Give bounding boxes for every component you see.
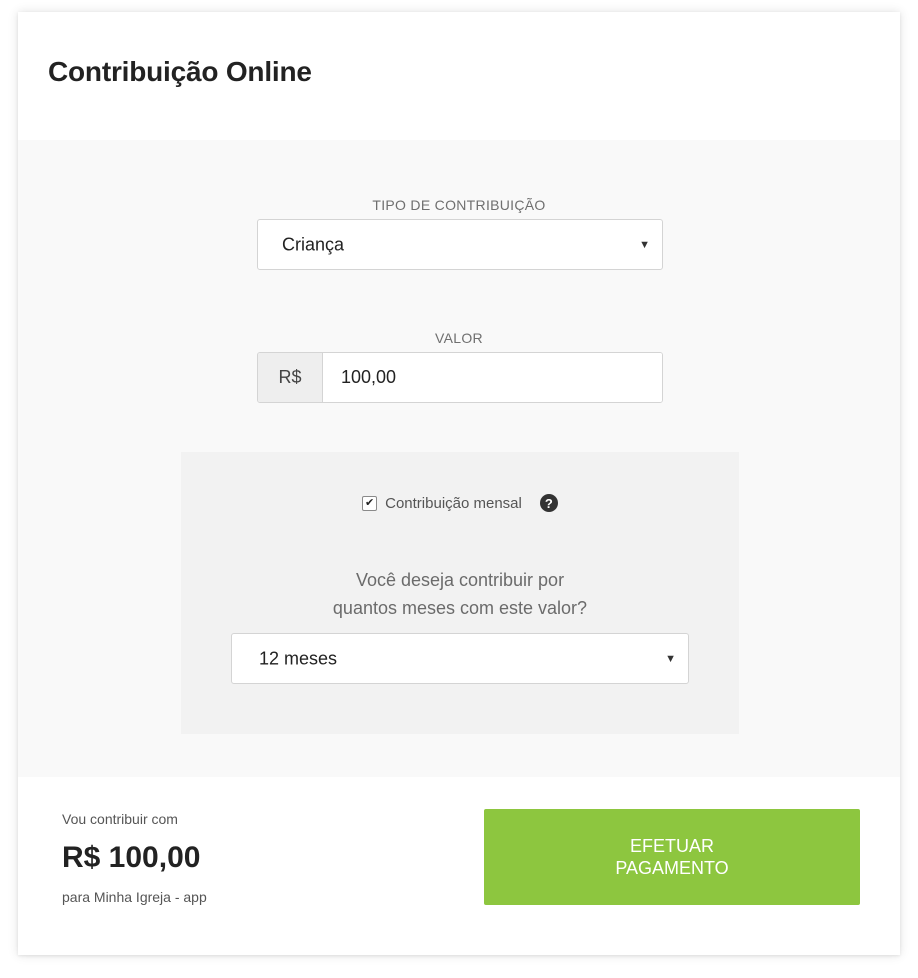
months-select-value: 12 meses <box>259 648 338 668</box>
contribution-type-value: Criança <box>282 234 345 254</box>
months-question-line1: Você deseja contribuir por <box>355 570 565 590</box>
months-question-line2: quantos meses com este valor? <box>332 598 588 618</box>
chevron-down-icon: ▼ <box>665 652 676 665</box>
pay-button-line1: EFETUAR <box>629 836 714 856</box>
contribution-intro: Vou contribuir com <box>62 811 178 827</box>
amount-label: VALOR <box>435 330 483 346</box>
chevron-down-icon: ▼ <box>639 238 650 251</box>
amount-input-group: R$ <box>257 352 663 403</box>
contribution-type-label: TIPO DE CONTRIBUIÇÃO <box>372 197 546 213</box>
pay-button-line2: PAGAMENTO <box>615 858 729 878</box>
monthly-checkbox-label[interactable]: Contribuição mensal <box>385 495 522 512</box>
monthly-checkbox[interactable]: ✔ <box>362 495 378 511</box>
card-header: Contribuição Online <box>18 12 900 140</box>
contribution-total: R$ 100,00 <box>62 841 201 874</box>
card-footer: Vou contribuir com R$ 100,00 para Minha … <box>18 777 900 955</box>
amount-input[interactable] <box>323 353 662 402</box>
contribution-card: Contribuição Online TIPO DE CONTRIBUIÇÃO… <box>18 12 900 955</box>
currency-prefix: R$ <box>258 353 323 402</box>
monthly-checkbox-row: ✔ Contribuição mensal ? <box>181 494 739 512</box>
months-select[interactable]: 12 meses ▼ <box>231 633 689 684</box>
pay-button[interactable]: EFETUAR PAGAMENTO <box>484 809 860 905</box>
question-circle-icon[interactable]: ? <box>539 494 558 512</box>
months-question: Você deseja contribuir por quantos meses… <box>181 566 739 622</box>
contribution-recipient: para Minha Igreja - app <box>62 889 207 905</box>
pay-button-label: EFETUAR PAGAMENTO <box>615 835 728 879</box>
contribution-type-select[interactable]: Criança ▼ <box>257 219 663 270</box>
monthly-contribution-panel: ✔ Contribuição mensal ? Você deseja cont… <box>181 452 739 734</box>
contribution-form: TIPO DE CONTRIBUIÇÃO Criança ▼ VALOR R$ … <box>18 140 900 777</box>
page-title: Contribuição Online <box>48 56 312 87</box>
